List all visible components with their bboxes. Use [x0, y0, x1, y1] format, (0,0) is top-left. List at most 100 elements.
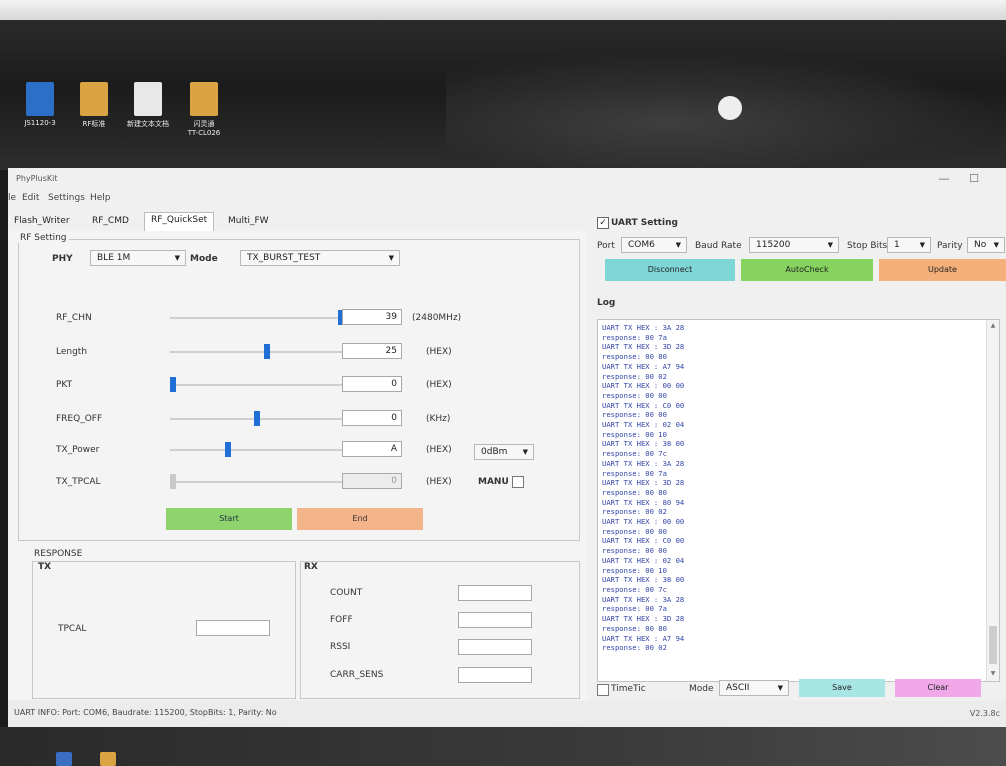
start-button[interactable]: Start [166, 508, 292, 530]
chevron-down-icon[interactable]: ▼ [989, 670, 997, 677]
log-scrollbar[interactable]: ▲ ▼ [986, 320, 999, 681]
rf-unit-label: (HEX) [426, 380, 452, 390]
rf-slider-track[interactable] [170, 481, 344, 483]
log-scroll-thumb[interactable] [989, 626, 997, 664]
taskbar-folder-icon[interactable] [100, 752, 116, 766]
log-line: UART TX HEX : 00 00 [602, 381, 685, 391]
taskbar-app-icon[interactable] [56, 752, 72, 766]
response-label: RESPONSE [34, 549, 83, 559]
desktop-icon[interactable]: 新建文本文档 [118, 82, 178, 129]
rf-slider-thumb[interactable] [264, 344, 270, 359]
rx-label: RX [304, 562, 318, 572]
tpcal-field[interactable] [196, 620, 270, 636]
log-line: response: 00 10 [602, 429, 667, 439]
menu-help[interactable]: Help [90, 193, 111, 203]
mode-select[interactable]: TX_BURST_TEST ▼ [240, 250, 400, 266]
rf-value-field[interactable]: 0 [342, 410, 402, 426]
menu-file[interactable]: le [8, 193, 16, 203]
log-line: UART TX HEX : 02 04 [602, 555, 685, 565]
parity-select[interactable]: No ▼ [967, 237, 1005, 253]
rf-slider-thumb[interactable] [170, 377, 176, 392]
rf-value-field[interactable]: 25 [342, 343, 402, 359]
desktop-icon-label: 闪灵通 TT-CL026 [187, 120, 221, 137]
rf-row-label: Length [56, 347, 88, 357]
stop-bits-select[interactable]: 1 ▼ [887, 237, 931, 253]
log-title: Log [597, 298, 616, 308]
desktop-file-icon [80, 82, 108, 116]
disconnect-button[interactable]: Disconnect [605, 259, 735, 281]
chevron-down-icon: ▼ [993, 241, 999, 249]
tab-rf-quickset[interactable]: RF_QuickSet [144, 212, 215, 231]
log-line: UART TX HEX : 02 04 [602, 420, 685, 430]
log-line: response: 00 80 [602, 487, 667, 497]
chevron-down-icon: ▼ [827, 241, 833, 249]
rf-unit-label: (HEX) [426, 347, 452, 357]
uart-setting-checkbox[interactable]: ✓ [597, 217, 609, 229]
rf-row-label: TX_Power [56, 445, 100, 455]
menu-settings[interactable]: Settings [48, 193, 85, 203]
monitor-bezel [0, 0, 1006, 20]
title-bar: PhyPlusKit — ☐ [8, 168, 1006, 190]
log-line: response: 00 7a [602, 468, 667, 478]
rf-slider-thumb[interactable] [254, 411, 260, 426]
rx-field-value[interactable] [458, 639, 532, 655]
rf-unit-label: (2480MHz) [412, 313, 462, 323]
log-line: UART TX HEX : 38 00 [602, 439, 685, 449]
rf-slider-track[interactable] [170, 384, 344, 386]
tx-power-unit-select[interactable]: 0dBm ▼ [474, 444, 534, 460]
log-line: response: 00 00 [602, 546, 667, 556]
phypluskit-window: PhyPlusKit — ☐ le Edit Settings Help Fla… [8, 168, 1006, 727]
desktop-icon[interactable]: 闪灵通 TT-CL026 [174, 82, 234, 137]
rf-unit-label: (KHz) [426, 414, 451, 424]
tpcal-label: TPCAL [58, 624, 87, 634]
maximize-button[interactable]: ☐ [964, 172, 984, 185]
desktop-icon[interactable]: JS1120-3 [10, 82, 70, 127]
rx-field-value[interactable] [458, 667, 532, 683]
phy-select[interactable]: BLE 1M ▼ [90, 250, 186, 266]
autocheck-button[interactable]: AutoCheck [741, 259, 873, 281]
rx-field-label: CARR_SENS [330, 670, 384, 680]
mode-select-value: TX_BURST_TEST [247, 253, 321, 263]
baud-rate-label: Baud Rate [695, 241, 742, 251]
rx-field-value[interactable] [458, 585, 532, 601]
mode-label: Mode [190, 254, 218, 264]
log-content: UART TX HEX : 3A 28 response: 00 7a UART T… [602, 323, 684, 653]
rf-slider-track[interactable] [170, 317, 344, 319]
save-button[interactable]: Save [799, 679, 885, 697]
rf-slider-thumb[interactable] [225, 442, 231, 457]
log-line: UART TX HEX : 3D 28 [602, 342, 685, 352]
rx-field-value[interactable] [458, 612, 532, 628]
rf-value-field[interactable]: 0 [342, 376, 402, 392]
tab-rf-cmd[interactable]: RF_CMD [86, 214, 135, 230]
port-label: Port [597, 241, 615, 251]
tab-bar: Flash_Writer RF_CMD RF_QuickSet Multi_FW [8, 212, 586, 232]
manu-checkbox[interactable] [512, 476, 524, 488]
update-button[interactable]: Update [879, 259, 1006, 281]
rf-slider-track[interactable] [170, 351, 344, 353]
minimize-button[interactable]: — [934, 172, 954, 185]
rf-value-field[interactable]: A [342, 441, 402, 457]
log-mode-select[interactable]: ASCII ▼ [719, 680, 789, 696]
rx-field-label: RSSI [330, 642, 351, 652]
tx-label: TX [38, 562, 52, 572]
log-line: UART TX HEX : 80 94 [602, 497, 685, 507]
end-button[interactable]: End [297, 508, 423, 530]
rf-value-field[interactable]: 39 [342, 309, 402, 325]
timetic-checkbox[interactable] [597, 684, 609, 696]
parity-label: Parity [937, 241, 963, 251]
tab-flash-writer[interactable]: Flash_Writer [8, 214, 76, 230]
clear-button[interactable]: Clear [895, 679, 981, 697]
chevron-up-icon[interactable]: ▲ [989, 322, 997, 329]
desktop-icon[interactable]: RF标准 [64, 82, 124, 129]
uart-panel: ✓ UART Setting Port COM6 ▼ Baud Rate 115… [591, 212, 1006, 700]
rf-slider-thumb [170, 474, 176, 489]
tab-multi-fw[interactable]: Multi_FW [222, 214, 275, 230]
menu-edit[interactable]: Edit [22, 193, 39, 203]
stop-bits-value: 1 [894, 240, 900, 250]
log-box[interactable]: UART TX HEX : 3A 28 response: 00 7a UART T… [597, 319, 1000, 682]
port-select[interactable]: COM6 ▼ [621, 237, 687, 253]
baud-rate-select[interactable]: 115200 ▼ [749, 237, 839, 253]
phy-select-value: BLE 1M [97, 253, 131, 263]
menu-bar: le Edit Settings Help [8, 190, 1006, 208]
rf-slider-track[interactable] [170, 449, 344, 451]
